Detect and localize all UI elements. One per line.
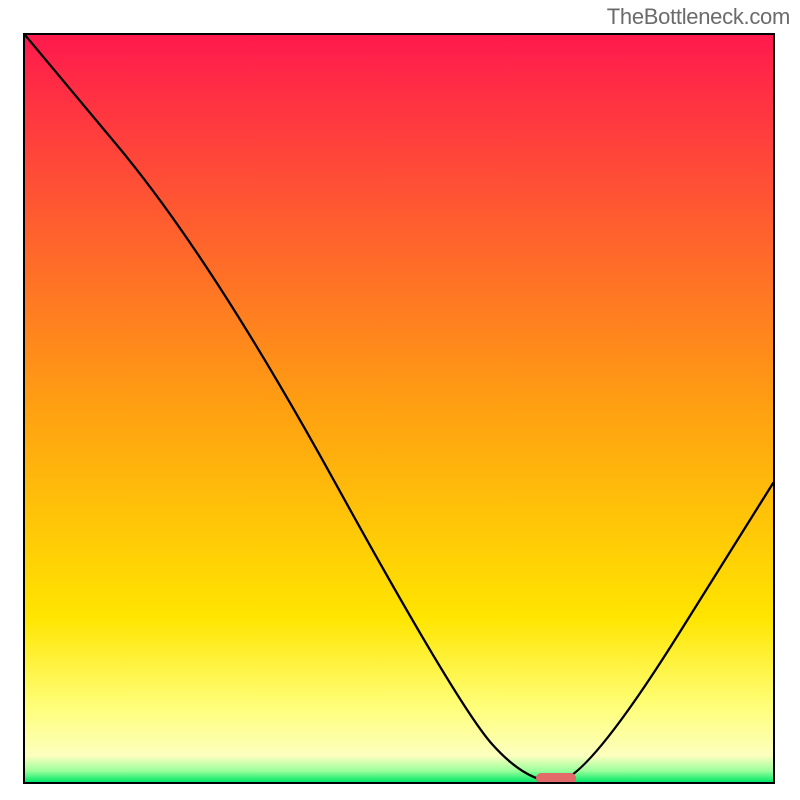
bottleneck-curve <box>25 35 773 782</box>
optimal-marker <box>536 773 576 782</box>
attribution-text: TheBottleneck.com <box>607 4 790 30</box>
chart-plot-area <box>23 33 775 784</box>
chart-curve-layer <box>25 35 773 782</box>
